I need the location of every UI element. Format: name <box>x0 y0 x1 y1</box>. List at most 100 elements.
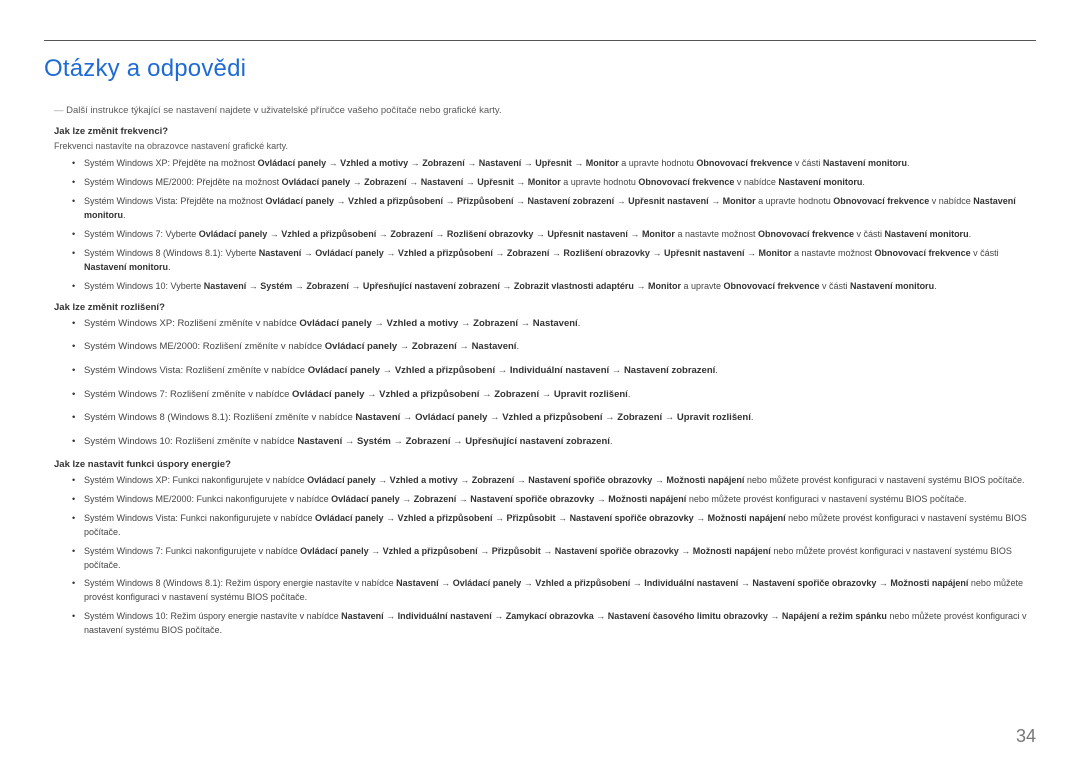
arrow-icon: → <box>384 611 398 621</box>
arrow-icon: → <box>372 318 387 329</box>
path-segment: Přizpůsobit <box>492 546 541 556</box>
arrow-icon: → <box>556 513 570 523</box>
path-segment: Monitor <box>586 158 619 168</box>
path-segment: Individuální nastavení <box>644 578 738 588</box>
path-segment: Nastavení <box>204 281 247 291</box>
arrow-icon: → <box>594 611 608 621</box>
path-segment: Nastavení <box>396 578 439 588</box>
list-item: Systém Windows ME/2000: Funkci nakonfigu… <box>76 493 1036 507</box>
path-segment: Systém <box>357 436 391 447</box>
path-segment: Ovládací panely <box>199 229 268 239</box>
arrow-icon: → <box>369 546 383 556</box>
arrow-icon: → <box>342 436 357 447</box>
path-segment: Zobrazení <box>406 436 451 447</box>
path-segment: Vzhled a přizpůsobení <box>398 248 493 258</box>
path-segment: Upřesnit nastavení <box>628 196 709 206</box>
arrow-icon: → <box>572 158 586 168</box>
setting-name: Obnovovací frekvence <box>723 281 819 291</box>
path-segment: Nastavení <box>341 611 384 621</box>
top-rule <box>44 40 1036 41</box>
list-item: Systém Windows XP: Rozlišení změníte v n… <box>76 317 1036 332</box>
path-segment: Upřesnit nastavení <box>664 248 745 258</box>
path-segment: Ovládací panely <box>315 248 384 258</box>
arrow-icon: → <box>400 494 414 504</box>
arrow-icon: → <box>400 412 415 423</box>
path-segment: Zamykací obrazovka <box>506 611 594 621</box>
path-segment: Upravit rozlišení <box>677 412 751 423</box>
list-item: Systém Windows Vista: Funkci nakonfiguru… <box>76 512 1036 540</box>
setting-name: Obnovovací frekvence <box>758 229 854 239</box>
arrow-icon: → <box>594 494 608 504</box>
power-list: Systém Windows XP: Funkci nakonfigurujet… <box>44 474 1036 638</box>
location-name: Nastavení monitoru <box>778 177 862 187</box>
list-item: Systém Windows 8 (Windows 8.1): Rozlišen… <box>76 411 1036 426</box>
path-segment: Ovládací panely <box>308 365 380 376</box>
path-segment: Nastavení zobrazení <box>528 196 615 206</box>
list-item: Systém Windows 7: Vyberte Ovládací panel… <box>76 228 1036 242</box>
path-segment: Zobrazení <box>412 341 457 352</box>
path-segment: Monitor <box>528 177 561 187</box>
list-item: Systém Windows 10: Vyberte Nastavení → S… <box>76 280 1036 294</box>
path-segment: Monitor <box>759 248 792 258</box>
path-segment: Rozlišení obrazovky <box>447 229 534 239</box>
arrow-icon: → <box>384 248 398 258</box>
arrow-icon: → <box>679 546 693 556</box>
intro-note: Další instrukce týkající se nastavení na… <box>44 105 1036 116</box>
path-segment: Přizpůsobit <box>507 513 556 523</box>
path-segment: Monitor <box>648 281 681 291</box>
list-item: Systém Windows ME/2000: Rozlišení změnít… <box>76 340 1036 355</box>
question-frequency: Jak lze změnit frekvenci? <box>44 126 1036 137</box>
arrow-icon: → <box>463 177 477 187</box>
path-segment: Nastavení <box>421 177 464 187</box>
arrow-icon: → <box>326 158 340 168</box>
arrow-icon: → <box>533 229 547 239</box>
arrow-icon: → <box>518 318 533 329</box>
list-item: Systém Windows XP: Přejděte na možnost O… <box>76 157 1036 171</box>
path-segment: Upřesnit nastavení <box>547 229 628 239</box>
list-item: Systém Windows 8 (Windows 8.1): Režim ús… <box>76 577 1036 605</box>
path-segment: Individuální nastavení <box>398 611 492 621</box>
path-segment: Ovládací panely <box>415 412 487 423</box>
arrow-icon: → <box>349 281 363 291</box>
arrow-icon: → <box>487 412 502 423</box>
list-item: Systém Windows Vista: Přejděte na možnos… <box>76 195 1036 223</box>
arrow-icon: → <box>662 412 677 423</box>
arrow-icon: → <box>492 611 506 621</box>
list-item: Systém Windows 10: Rozlišení změníte v n… <box>76 435 1036 450</box>
setting-name: Obnovovací frekvence <box>875 248 971 258</box>
path-segment: Možnosti napájení <box>693 546 771 556</box>
question-resolution: Jak lze změnit rozlišení? <box>44 302 1036 313</box>
arrow-icon: → <box>609 365 624 376</box>
list-item: Systém Windows 8 (Windows 8.1): Vyberte … <box>76 247 1036 275</box>
path-segment: Monitor <box>723 196 756 206</box>
path-segment: Upřesnit <box>477 177 514 187</box>
arrow-icon: → <box>521 578 535 588</box>
arrow-icon: → <box>443 196 457 206</box>
path-segment: Vzhled a přizpůsobení <box>383 546 478 556</box>
arrow-icon: → <box>514 196 528 206</box>
path-segment: Vzhled a motivy <box>340 158 408 168</box>
arrow-icon: → <box>634 281 648 291</box>
arrow-icon: → <box>458 475 472 485</box>
path-segment: Možnosti napájení <box>666 475 744 485</box>
arrow-icon: → <box>450 436 465 447</box>
arrow-icon: → <box>334 196 348 206</box>
arrow-icon: → <box>246 281 260 291</box>
path-segment: Zobrazení <box>494 389 539 400</box>
path-segment: Nastavení <box>472 341 517 352</box>
arrow-icon: → <box>541 546 555 556</box>
path-segment: Upřesňující nastavení zobrazení <box>465 436 610 447</box>
arrow-icon: → <box>495 365 510 376</box>
path-segment: Vzhled a přizpůsobení <box>379 389 479 400</box>
path-segment: Zobrazení <box>364 177 407 187</box>
path-segment: Nastavení <box>479 158 522 168</box>
arrow-icon: → <box>521 158 535 168</box>
path-segment: Vzhled a přizpůsobení <box>395 365 495 376</box>
path-segment: Systém <box>260 281 292 291</box>
arrow-icon: → <box>602 412 617 423</box>
path-segment: Vzhled a přizpůsobení <box>535 578 630 588</box>
path-segment: Nastavení <box>297 436 342 447</box>
arrow-icon: → <box>768 611 782 621</box>
path-segment: Nastavení spořiče obrazovky <box>555 546 679 556</box>
arrow-icon: → <box>407 177 421 187</box>
